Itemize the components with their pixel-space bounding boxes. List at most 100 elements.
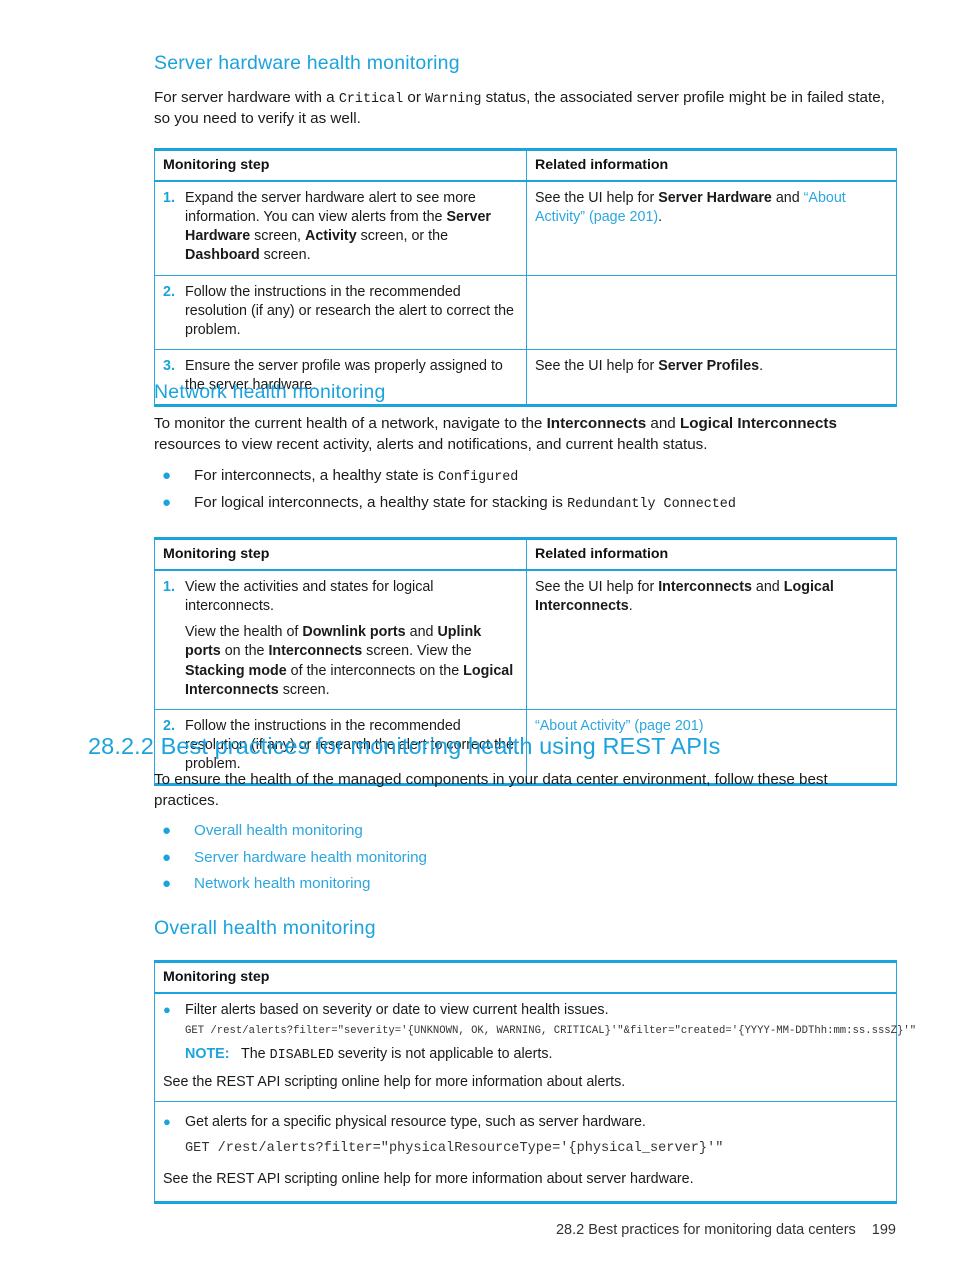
- emphasis-text: Logical Interconnects: [679, 415, 837, 432]
- text-run: screen,: [250, 228, 305, 245]
- step-text: Expand the server hardware alert to see …: [185, 189, 518, 266]
- cell-monitoring-step: 1. Expand the server hardware alert to s…: [154, 181, 527, 276]
- text-run: and: [751, 579, 784, 595]
- text-run: screen, or the: [356, 228, 449, 245]
- code-rest-api-call: GET /rest/alerts?filter="physicalResourc…: [185, 1140, 724, 1156]
- text-run: For interconnects, a healthy state is: [194, 467, 438, 484]
- text-run: resources to view recent activity, alert…: [154, 435, 708, 453]
- step-number: 2.: [163, 283, 175, 300]
- cell-monitoring-step: 1. View the activities and states for lo…: [154, 570, 527, 710]
- step-text: View the activities and states for logic…: [185, 578, 518, 700]
- inline-code: DISABLED: [269, 1048, 334, 1064]
- link-server-hardware-health-monitoring[interactable]: Server hardware health monitoring: [194, 848, 896, 869]
- subsection-heading: Network health monitoring: [154, 381, 386, 403]
- text-run: and: [771, 190, 804, 206]
- table-row: 1. View the activities and states for lo…: [154, 570, 897, 710]
- cell-related-information: See the UI help for Server Hardware and …: [527, 181, 897, 275]
- emphasis-text: Downlink ports: [302, 624, 406, 641]
- heading-overall-health-monitoring: Overall health monitoring: [154, 917, 896, 940]
- table-row: 2. Follow the instructions in the recomm…: [154, 274, 897, 350]
- bullet-icon: ●: [162, 822, 172, 839]
- bullet-icon: ●: [162, 467, 172, 484]
- table-row: 1. Expand the server hardware alert to s…: [154, 181, 897, 276]
- cell-related-information: [526, 274, 897, 350]
- text-run: The: [241, 1046, 270, 1063]
- text-run: on the: [220, 643, 269, 660]
- text-run: .: [628, 598, 633, 615]
- emphasis-text: Activity: [305, 228, 357, 245]
- table-cell-footnote: See the REST API scripting online help f…: [163, 1170, 694, 1187]
- code-rest-api-call: GET /rest/alerts?filter="severity='{UNKN…: [185, 1025, 917, 1038]
- text-run: .: [759, 358, 764, 375]
- list-item: ● For interconnects, a healthy state is …: [154, 466, 896, 487]
- text-run: See the UI help for: [535, 358, 659, 375]
- column-header-related-information: Related information: [526, 538, 897, 571]
- emphasis-text: Server Profiles: [658, 358, 760, 375]
- section-heading: 28.2.2 Best practices for monitoring hea…: [88, 733, 721, 759]
- table-overall-health-monitoring: Monitoring step ● Filter alerts based on…: [154, 960, 916, 1204]
- inline-code-warning: Warning: [425, 92, 482, 107]
- text-run: .: [658, 209, 663, 226]
- heading-server-hardware-health-monitoring: Server hardware health monitoring: [154, 52, 896, 75]
- network-healthy-state-bullets: ● For interconnects, a healthy state is …: [154, 466, 896, 520]
- cell-related-information: See the UI help for Interconnects and Lo…: [527, 570, 897, 709]
- table-header-row: Monitoring step Related information: [154, 538, 897, 571]
- text-run: screen.: [259, 247, 311, 264]
- document-page: Server hardware health monitoring For se…: [0, 0, 954, 1271]
- cross-reference-link[interactable]: “About Activity” (page 201): [535, 718, 703, 734]
- text-run: View the activities and states for logic…: [185, 579, 434, 615]
- cell-monitoring-step: 2. Follow the instructions in the recomm…: [154, 274, 527, 350]
- link-network-health-monitoring[interactable]: Network health monitoring: [194, 874, 896, 895]
- rest-apis-intro-paragraph: To ensure the health of the managed comp…: [154, 771, 828, 809]
- intro-text-part: or: [403, 89, 426, 106]
- text-run: Expand the server hardware alert to see …: [185, 190, 476, 226]
- bullet-icon: ●: [162, 875, 172, 893]
- rest-apis-link-list: ● Overall health monitoring ● Server har…: [154, 821, 896, 901]
- cell-monitoring-step: ● Filter alerts based on severity or dat…: [155, 993, 916, 1102]
- step-number: 3.: [163, 358, 175, 375]
- bullet-icon: ●: [162, 494, 172, 512]
- list-item: ● Overall health monitoring: [154, 821, 896, 842]
- footer-page-number: 199: [871, 1222, 896, 1238]
- text-run: See the UI help for: [535, 190, 659, 206]
- emphasis-text: Server Hardware: [658, 190, 772, 206]
- heading-rest-apis-section: 28.2.2 Best practices for monitoring hea…: [88, 733, 900, 760]
- step-number: 1.: [163, 190, 175, 206]
- text-run: To monitor the current health of a netwo…: [154, 415, 547, 432]
- emphasis-text: Interconnects: [546, 415, 647, 432]
- step-paragraph: View the activities and states for logic…: [185, 578, 518, 616]
- bullet-icon: ●: [162, 848, 172, 866]
- table-row: ● Get alerts for a specific physical res…: [154, 1101, 897, 1203]
- note-label: NOTE:: [185, 1046, 230, 1063]
- text-run: and: [405, 624, 438, 641]
- emphasis-text: Dashboard: [185, 247, 260, 264]
- bullet-text: For logical interconnects, a healthy sta…: [194, 493, 896, 514]
- monitoring-step-table: Monitoring step ● Filter alerts based on…: [154, 960, 916, 1204]
- list-item: ● Get alerts for a specific physical res…: [163, 1113, 888, 1157]
- step-text: Follow the instructions in the recommend…: [185, 283, 518, 340]
- list-item: ● For logical interconnects, a healthy s…: [154, 493, 896, 514]
- cell-monitoring-step: ● Get alerts for a specific physical res…: [154, 1101, 897, 1203]
- bullet-text: Filter alerts based on severity or date …: [185, 1002, 609, 1018]
- table-cell-footnote: See the REST API scripting online help f…: [163, 1074, 626, 1091]
- link-overall-health-monitoring[interactable]: Overall health monitoring: [194, 821, 896, 842]
- bullet-icon: ●: [163, 1114, 171, 1130]
- footer-section-title: 28.2 Best practices for monitoring data …: [555, 1222, 856, 1238]
- column-header-monitoring-step: Monitoring step: [154, 149, 527, 182]
- emphasis-text: Interconnects: [268, 643, 363, 660]
- server-hardware-intro-paragraph: For server hardware with a Critical or W…: [154, 88, 896, 130]
- text-run: For logical interconnects, a healthy sta…: [194, 494, 568, 512]
- table-server-hardware-monitoring-steps: Monitoring step Related information 1. E…: [154, 148, 897, 408]
- page-footer: 28.2 Best practices for monitoring data …: [0, 1222, 896, 1238]
- step-number: 1.: [163, 579, 175, 595]
- list-item: ● Server hardware health monitoring: [154, 848, 896, 869]
- note-block: NOTE: The DISABLED severity is not appli…: [185, 1045, 916, 1065]
- network-intro-paragraph: To monitor the current health of a netwo…: [154, 414, 896, 455]
- column-header-monitoring-step: Monitoring step: [154, 538, 527, 571]
- monitoring-step-table: Monitoring step Related information 1. E…: [154, 148, 897, 408]
- text-run: screen.: [278, 681, 330, 698]
- list-item: ● Network health monitoring: [154, 874, 896, 895]
- note-text: The DISABLED severity is not applicable …: [241, 1045, 916, 1065]
- table-row: ● Filter alerts based on severity or dat…: [155, 993, 916, 1102]
- text-run: See the UI help for: [535, 579, 659, 595]
